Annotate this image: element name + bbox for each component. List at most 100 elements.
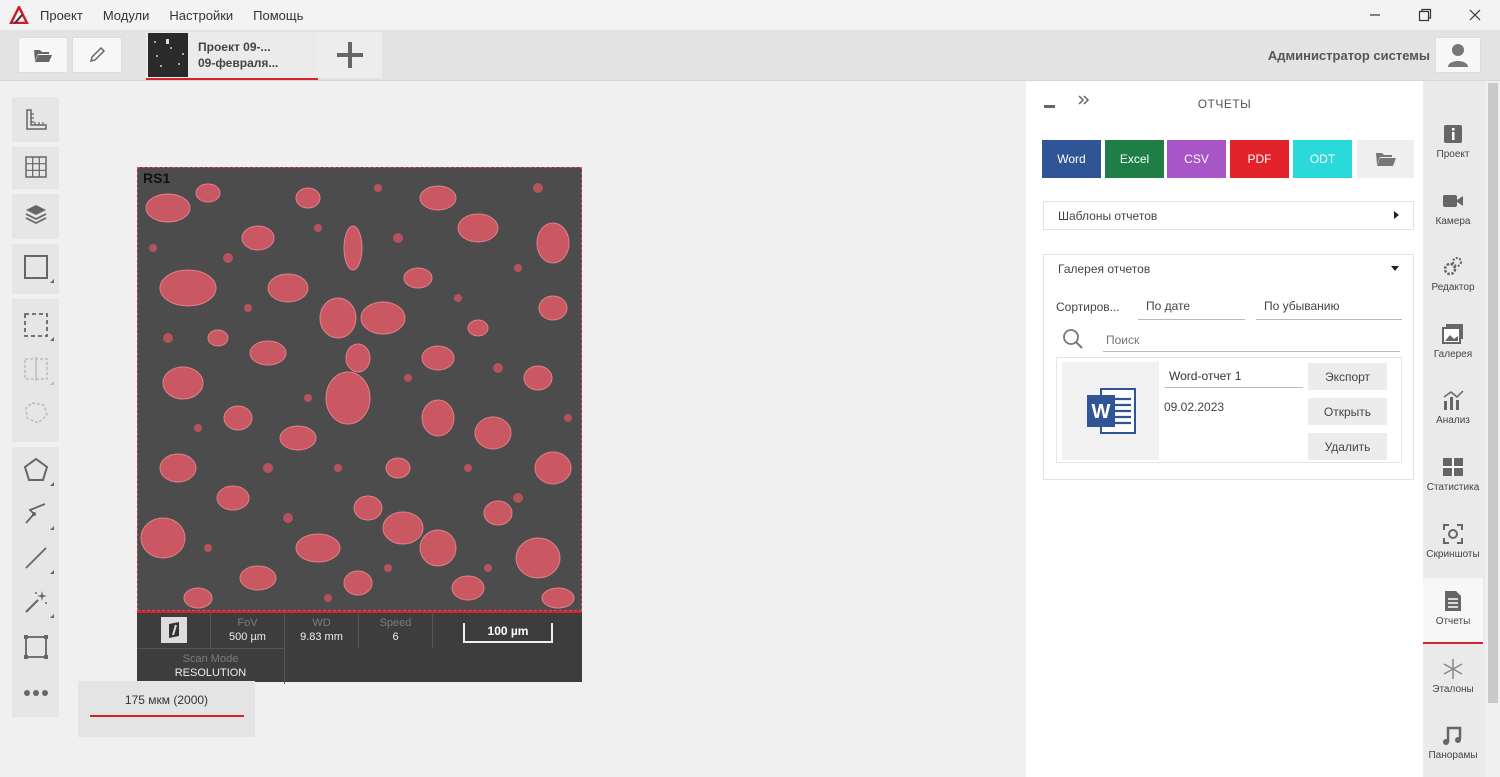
info-icon xyxy=(1442,123,1464,145)
project-tab-line1: Проект 09-... xyxy=(198,40,271,54)
caret-down-icon[interactable] xyxy=(1391,266,1399,271)
nav-label-standards: Эталоны xyxy=(1432,684,1474,695)
project-tab[interactable]: Проект 09-... 09-февраля... xyxy=(146,32,318,80)
nav-camera[interactable]: Камера xyxy=(1423,178,1483,244)
more-dots-icon xyxy=(23,690,48,696)
export-csv-button[interactable]: CSV xyxy=(1167,140,1226,178)
tool-strip xyxy=(12,97,59,717)
nav-standards[interactable]: Эталоны xyxy=(1423,646,1483,712)
polygon-region-tool xyxy=(13,393,58,433)
menu-project[interactable]: Проект xyxy=(40,8,83,23)
menu-help[interactable]: Помощь xyxy=(253,8,303,23)
export-excel-button[interactable]: Excel xyxy=(1105,140,1164,178)
report-export-button[interactable]: Экспорт xyxy=(1308,363,1387,390)
restore-icon xyxy=(1418,8,1432,22)
more-tools-button[interactable] xyxy=(13,673,58,713)
dashed-polygon-icon xyxy=(24,402,48,424)
speed-value: 6 xyxy=(392,631,399,643)
export-pdf-button[interactable]: PDF xyxy=(1230,140,1289,178)
folder-open-icon xyxy=(1375,153,1396,166)
minimize-button[interactable] xyxy=(1350,0,1400,30)
asterisk-icon xyxy=(1442,658,1464,680)
gallery-icon xyxy=(1442,323,1464,345)
user-avatar-button[interactable] xyxy=(1435,37,1481,73)
pentagon-icon xyxy=(23,457,48,481)
scrollbar-thumb[interactable] xyxy=(1488,83,1498,703)
menu-settings[interactable]: Настройки xyxy=(169,8,233,23)
detector-icon xyxy=(160,617,187,643)
magnification-box[interactable]: 175 мкм (2000) xyxy=(78,681,255,737)
ruler-icon xyxy=(25,109,47,130)
rectangle-roi-tool[interactable] xyxy=(13,247,58,287)
dashed-square-icon xyxy=(23,313,48,337)
sort-order-select[interactable]: По убыванию xyxy=(1256,296,1402,320)
nav-reports[interactable]: Отчеты xyxy=(1423,578,1483,644)
sort-by-select[interactable]: По дате xyxy=(1138,296,1245,320)
speed-cell: Speed 6 xyxy=(359,613,433,648)
wd-value: 9.83 mm xyxy=(300,631,343,643)
nav-analysis[interactable]: Анализ xyxy=(1423,377,1483,443)
speed-label: Speed xyxy=(379,617,412,629)
layers-tool[interactable] xyxy=(13,194,58,234)
nav-gallery[interactable]: Галерея xyxy=(1423,311,1483,377)
magic-wand-icon xyxy=(24,591,47,613)
edit-button[interactable] xyxy=(72,37,122,73)
export-odt-button[interactable]: ODT xyxy=(1293,140,1352,178)
search-input[interactable] xyxy=(1103,328,1400,352)
grid-tool[interactable] xyxy=(13,147,58,187)
gears-icon xyxy=(1442,256,1464,278)
report-delete-button[interactable]: Удалить xyxy=(1308,433,1387,460)
grid-icon xyxy=(24,156,47,178)
templates-title: Шаблоны отчетов xyxy=(1058,209,1158,223)
close-button[interactable] xyxy=(1450,0,1500,30)
polyline-tool[interactable] xyxy=(13,494,58,534)
bounding-box-tool[interactable] xyxy=(13,627,58,667)
image-viewer[interactable]: RS1 xyxy=(137,167,582,611)
templates-section[interactable]: Шаблоны отчетов xyxy=(1043,201,1414,230)
scan-mode-value: RESOLUTION xyxy=(174,667,247,679)
add-project-button[interactable] xyxy=(318,32,382,78)
open-folder-button[interactable] xyxy=(18,37,68,73)
folder-open-icon xyxy=(34,50,52,62)
frame-icon xyxy=(23,635,48,659)
nav-label-reports: Отчеты xyxy=(1435,616,1471,627)
polygon-tool[interactable] xyxy=(13,450,58,490)
pencil-icon xyxy=(89,46,106,63)
search-icon xyxy=(1062,328,1084,355)
user-icon xyxy=(1448,44,1468,67)
gallery-title[interactable]: Галерея отчетов xyxy=(1058,262,1150,276)
table-icon xyxy=(1442,456,1464,478)
camera-icon xyxy=(1442,190,1464,212)
panorama-icon xyxy=(1442,724,1464,746)
nav-label-analysis: Анализ xyxy=(1436,415,1470,426)
project-thumbnail xyxy=(148,33,188,77)
menu-bar: Проект Модули Настройки Помощь xyxy=(0,0,1500,30)
right-scrollbar[interactable] xyxy=(1486,81,1500,777)
minimize-icon xyxy=(1370,14,1380,16)
magnification-underline xyxy=(90,715,244,717)
line-tool[interactable] xyxy=(13,538,58,578)
report-open-button[interactable]: Открыть xyxy=(1308,398,1387,425)
select-region-tool[interactable] xyxy=(13,305,58,345)
nav-statistics[interactable]: Статистика xyxy=(1423,444,1483,510)
nav-project[interactable]: Проект xyxy=(1423,111,1483,177)
nav-editor[interactable]: Редактор xyxy=(1423,244,1483,310)
open-reports-folder-button[interactable] xyxy=(1357,140,1414,178)
line-icon xyxy=(24,547,47,569)
maximize-button[interactable] xyxy=(1400,0,1450,30)
magic-wand-tool[interactable] xyxy=(13,582,58,622)
svg-text:W: W xyxy=(1091,401,1110,423)
scale-bar: 100 µm xyxy=(463,623,553,643)
menu-modules[interactable]: Модули xyxy=(103,8,150,23)
report-name-field[interactable]: Word-отчет 1 xyxy=(1165,366,1303,388)
document-icon xyxy=(1442,590,1464,612)
ruler-tool[interactable] xyxy=(13,100,58,140)
report-card[interactable]: W Word-отчет 1 09.02.2023 Экспорт Открыт… xyxy=(1056,357,1402,463)
fov-label: FoV xyxy=(237,617,258,629)
scan-mode-cell: Scan Mode RESOLUTION xyxy=(137,648,285,684)
export-word-button[interactable]: Word xyxy=(1042,140,1101,178)
nav-label-statistics: Статистика xyxy=(1426,482,1480,493)
nav-panoramas[interactable]: Панорамы xyxy=(1423,712,1483,777)
screenshot-icon xyxy=(1442,523,1464,545)
nav-screenshots[interactable]: Скриншоты xyxy=(1423,511,1483,577)
